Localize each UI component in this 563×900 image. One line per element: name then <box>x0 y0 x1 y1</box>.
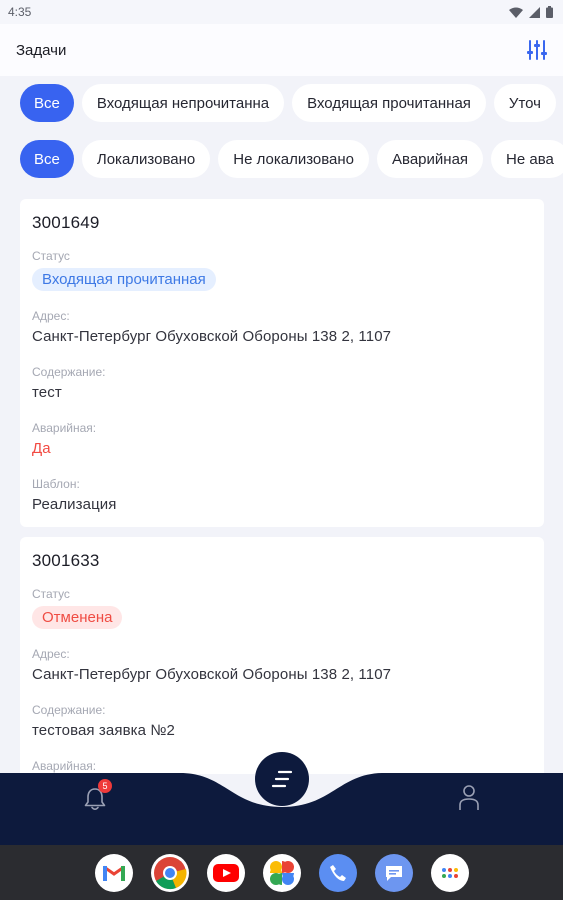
app-bar: Задачи <box>0 24 563 76</box>
address-label: Адрес: <box>32 309 70 323</box>
chrome-icon <box>153 856 187 889</box>
phone-app[interactable] <box>318 853 357 892</box>
menu-lines-icon <box>271 770 293 788</box>
chip-incoming-unread[interactable]: Входящая непрочитанна <box>81 84 285 122</box>
chip-all-status[interactable]: Все <box>20 84 74 122</box>
task-card[interactable]: 3001633 Статус Отменена Адрес: Санкт-Пет… <box>20 537 544 774</box>
user-icon <box>459 785 479 810</box>
content-label: Содержание: <box>32 365 106 379</box>
template-value: Реализация <box>32 496 117 513</box>
app-drawer[interactable] <box>430 853 469 892</box>
youtube-app[interactable] <box>206 853 245 892</box>
app-drawer-icon <box>441 867 458 878</box>
youtube-icon <box>212 863 239 882</box>
sliders-icon <box>527 40 547 60</box>
status-label: Статус <box>32 587 70 601</box>
content-label: Содержание: <box>32 703 106 717</box>
gmail-icon <box>102 865 125 881</box>
type-filter-chips: Все Локализовано Не локализовано Аварийн… <box>0 132 563 186</box>
chip-all-type[interactable]: Все <box>20 140 74 178</box>
notification-count-badge: 5 <box>98 779 112 793</box>
system-status-bar: 4:35 <box>0 0 563 24</box>
page-title: Задачи <box>16 41 67 59</box>
template-label: Шаблон: <box>32 477 80 491</box>
address-value: Санкт-Петербург Обуховской Обороны 138 2… <box>32 666 392 683</box>
task-card[interactable]: 3001649 Статус Входящая прочитанная Адре… <box>20 199 544 527</box>
task-id: 3001633 <box>32 551 100 570</box>
messages-icon <box>385 865 402 881</box>
menu-fab-button[interactable] <box>255 752 309 806</box>
emergency-label: Аварийная: <box>32 421 97 435</box>
gmail-app[interactable] <box>94 853 133 892</box>
task-id: 3001649 <box>32 213 100 232</box>
messages-app[interactable] <box>374 853 413 892</box>
status-badge: Входящая прочитанная <box>32 268 216 291</box>
status-time: 4:35 <box>8 5 32 19</box>
chip-clarify[interactable]: Уточ <box>493 84 556 122</box>
phone-icon <box>329 864 346 881</box>
profile-button[interactable] <box>457 784 481 812</box>
chrome-app[interactable] <box>150 853 189 892</box>
chip-not-emergency[interactable]: Не ава <box>491 140 563 178</box>
filter-settings-button[interactable] <box>523 36 551 64</box>
status-label: Статус <box>32 249 70 263</box>
android-dock <box>0 845 563 900</box>
signal-icon <box>529 6 540 18</box>
chip-localized[interactable]: Локализовано <box>81 140 211 178</box>
photos-icon <box>269 860 294 885</box>
status-badge: Отменена <box>32 606 123 629</box>
emergency-value: Да <box>32 440 51 457</box>
chip-incoming-read[interactable]: Входящая прочитанная <box>292 84 486 122</box>
task-list: 3001649 Статус Входящая прочитанная Адре… <box>20 199 544 774</box>
status-filter-chips: Все Входящая непрочитанна Входящая прочи… <box>0 76 563 130</box>
content-value: тест <box>32 384 62 401</box>
address-label: Адрес: <box>32 647 70 661</box>
content-value: тестовая заявка №2 <box>32 722 175 739</box>
chip-not-localized[interactable]: Не локализовано <box>218 140 370 178</box>
photos-app[interactable] <box>262 853 301 892</box>
address-value: Санкт-Петербург Обуховской Обороны 138 2… <box>32 328 392 345</box>
battery-icon <box>546 6 553 18</box>
chip-emergency[interactable]: Аварийная <box>377 140 484 178</box>
wifi-icon <box>509 7 523 18</box>
